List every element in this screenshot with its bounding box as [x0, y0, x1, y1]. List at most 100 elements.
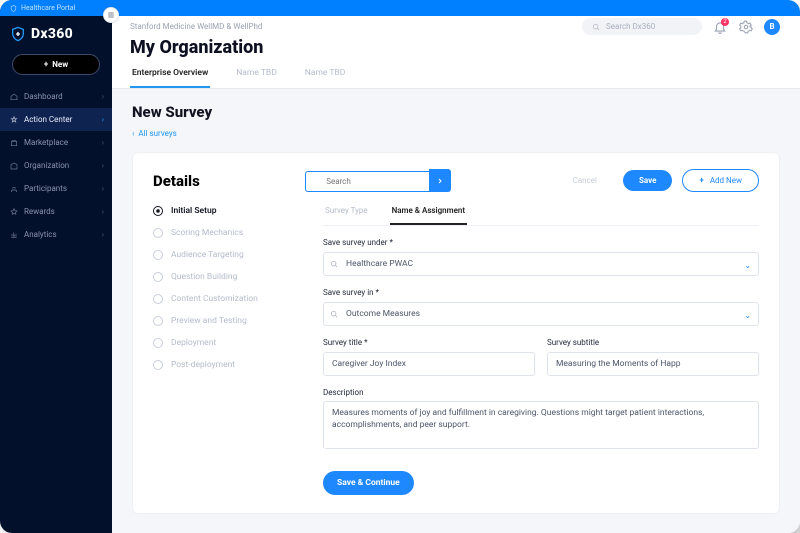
- portal-banner-main: [112, 0, 800, 16]
- details-title: Details: [153, 172, 200, 190]
- field-survey-subtitle: Survey subtitle: [547, 338, 759, 376]
- inner-tabs: Survey Type Name & Assignment: [323, 206, 759, 226]
- sidebar-item-marketplace[interactable]: Marketplace ›: [0, 131, 112, 154]
- page-title: My Organization: [130, 37, 780, 58]
- sidebar-item-action-center[interactable]: Action Center ›: [0, 108, 112, 131]
- sidebar-item-participants[interactable]: Participants ›: [0, 177, 112, 200]
- chevron-right-icon: ›: [102, 92, 104, 101]
- step-indicator-icon: [153, 206, 163, 216]
- chevron-right-icon: ›: [102, 115, 104, 124]
- new-button-label: New: [52, 60, 68, 69]
- nav-icon: [10, 231, 18, 239]
- step-indicator-icon: [153, 272, 163, 282]
- nav-label: Dashboard: [24, 92, 63, 101]
- step-post-deployment[interactable]: Post-deployment: [153, 360, 295, 370]
- card-search-input[interactable]: [305, 171, 429, 192]
- chevron-right-icon: [436, 177, 444, 185]
- back-link[interactable]: ‹ All surveys: [132, 129, 177, 138]
- settings-button[interactable]: [738, 19, 754, 35]
- sidebar-item-dashboard[interactable]: Dashboard ›: [0, 85, 112, 108]
- save-button[interactable]: Save: [623, 170, 672, 191]
- chevron-right-icon: ›: [102, 184, 104, 193]
- step-label: Post-deployment: [171, 360, 235, 370]
- save-continue-button[interactable]: Save & Continue: [323, 471, 414, 495]
- field-save-under: Save survey under * ⌄: [323, 238, 759, 276]
- back-link-label: All surveys: [138, 129, 176, 138]
- nav-icon: [10, 93, 18, 101]
- body: New Survey ‹ All surveys Details: [112, 89, 800, 533]
- details-card: Details Cancel Save: [132, 152, 780, 514]
- steps-list: Initial Setup Scoring Mechanics Audience T…: [153, 206, 295, 495]
- chevron-right-icon: ›: [102, 230, 104, 239]
- brand-name: Dx360: [31, 26, 73, 42]
- sidebar-item-analytics[interactable]: Analytics ›: [0, 223, 112, 246]
- nav-icon: [10, 162, 18, 170]
- survey-title-input[interactable]: [323, 352, 535, 376]
- step-audience-targeting[interactable]: Audience Targeting: [153, 250, 295, 260]
- step-indicator-icon: [153, 338, 163, 348]
- notification-badge: 2: [721, 18, 729, 26]
- notifications-button[interactable]: 2: [712, 19, 728, 35]
- save-under-select[interactable]: [323, 252, 759, 276]
- tab-0[interactable]: Enterprise Overview: [130, 68, 210, 88]
- chevron-right-icon: ›: [102, 161, 104, 170]
- plus-icon: +: [44, 60, 48, 69]
- inner-tab-name-assignment[interactable]: Name & Assignment: [390, 206, 467, 225]
- nav-label: Marketplace: [24, 138, 68, 147]
- survey-subtitle-input[interactable]: [547, 352, 759, 376]
- field-label: Description: [323, 388, 759, 397]
- menu-icon: [107, 11, 115, 19]
- cancel-button[interactable]: Cancel: [557, 170, 613, 191]
- nav-label: Rewards: [24, 207, 55, 216]
- description-textarea[interactable]: [323, 401, 759, 449]
- step-label: Preview and Testing: [171, 316, 247, 326]
- card-search-button[interactable]: [429, 169, 451, 192]
- nav-label: Action Center: [24, 115, 72, 124]
- portal-banner: Healthcare Portal: [0, 0, 112, 16]
- card-actions: Cancel Save + Add New: [557, 169, 759, 192]
- step-label: Question Building: [171, 272, 237, 282]
- chevron-right-icon: ›: [102, 207, 104, 216]
- step-initial-setup[interactable]: Initial Setup: [153, 206, 295, 216]
- step-indicator-icon: [153, 250, 163, 260]
- shield-icon: [10, 5, 17, 12]
- sidebar: Healthcare Portal Dx360 + New Dashboard ›…: [0, 0, 112, 533]
- step-preview-and-testing[interactable]: Preview and Testing: [153, 316, 295, 326]
- app-frame: Healthcare Portal Dx360 + New Dashboard ›…: [0, 0, 800, 533]
- main: Stanford Medicine WellMD & WellPhd My Or…: [112, 0, 800, 533]
- sidebar-item-organization[interactable]: Organization›: [0, 154, 112, 177]
- global-search[interactable]: Search Dx360: [582, 18, 702, 35]
- search-icon: [330, 310, 338, 318]
- field-label: Save survey in *: [323, 288, 759, 297]
- step-question-building[interactable]: Question Building: [153, 272, 295, 282]
- nav-label: Participants: [24, 184, 67, 193]
- tab-2[interactable]: Name TBD: [303, 68, 348, 88]
- step-indicator-icon: [153, 294, 163, 304]
- step-label: Content Customization: [171, 294, 258, 304]
- field-label: Survey title *: [323, 338, 535, 347]
- field-label: Survey subtitle: [547, 338, 759, 347]
- step-content-customization[interactable]: Content Customization: [153, 294, 295, 304]
- sidebar-item-rewards[interactable]: Rewards ›: [0, 200, 112, 223]
- chevron-right-icon: ›: [102, 138, 104, 147]
- nav-icon: [10, 185, 18, 193]
- add-new-button[interactable]: + Add New: [682, 169, 759, 192]
- inner-tab-survey-type[interactable]: Survey Type: [323, 206, 370, 225]
- nav: Dashboard›Action Center›Marketplace›Orga…: [0, 85, 112, 246]
- nav-icon: [10, 208, 18, 216]
- step-label: Deployment: [171, 338, 216, 348]
- new-button[interactable]: + New: [12, 54, 100, 75]
- header: Stanford Medicine WellMD & WellPhd My Or…: [112, 16, 800, 89]
- nav-label: Analytics: [24, 230, 57, 239]
- logo-icon: [10, 26, 26, 42]
- global-search-placeholder: Search Dx360: [606, 22, 655, 31]
- tab-1[interactable]: Name TBD: [234, 68, 279, 88]
- chevron-left-icon: ‹: [132, 129, 134, 138]
- step-scoring-mechanics[interactable]: Scoring Mechanics: [153, 228, 295, 238]
- form-column: Survey Type Name & Assignment Save survey…: [323, 206, 759, 495]
- avatar[interactable]: B: [764, 19, 780, 35]
- step-deployment[interactable]: Deployment: [153, 338, 295, 348]
- save-in-select[interactable]: [323, 302, 759, 326]
- sidebar-collapse-button[interactable]: [103, 7, 119, 23]
- tabs: Enterprise Overview Name TBD Name TBD: [130, 68, 780, 88]
